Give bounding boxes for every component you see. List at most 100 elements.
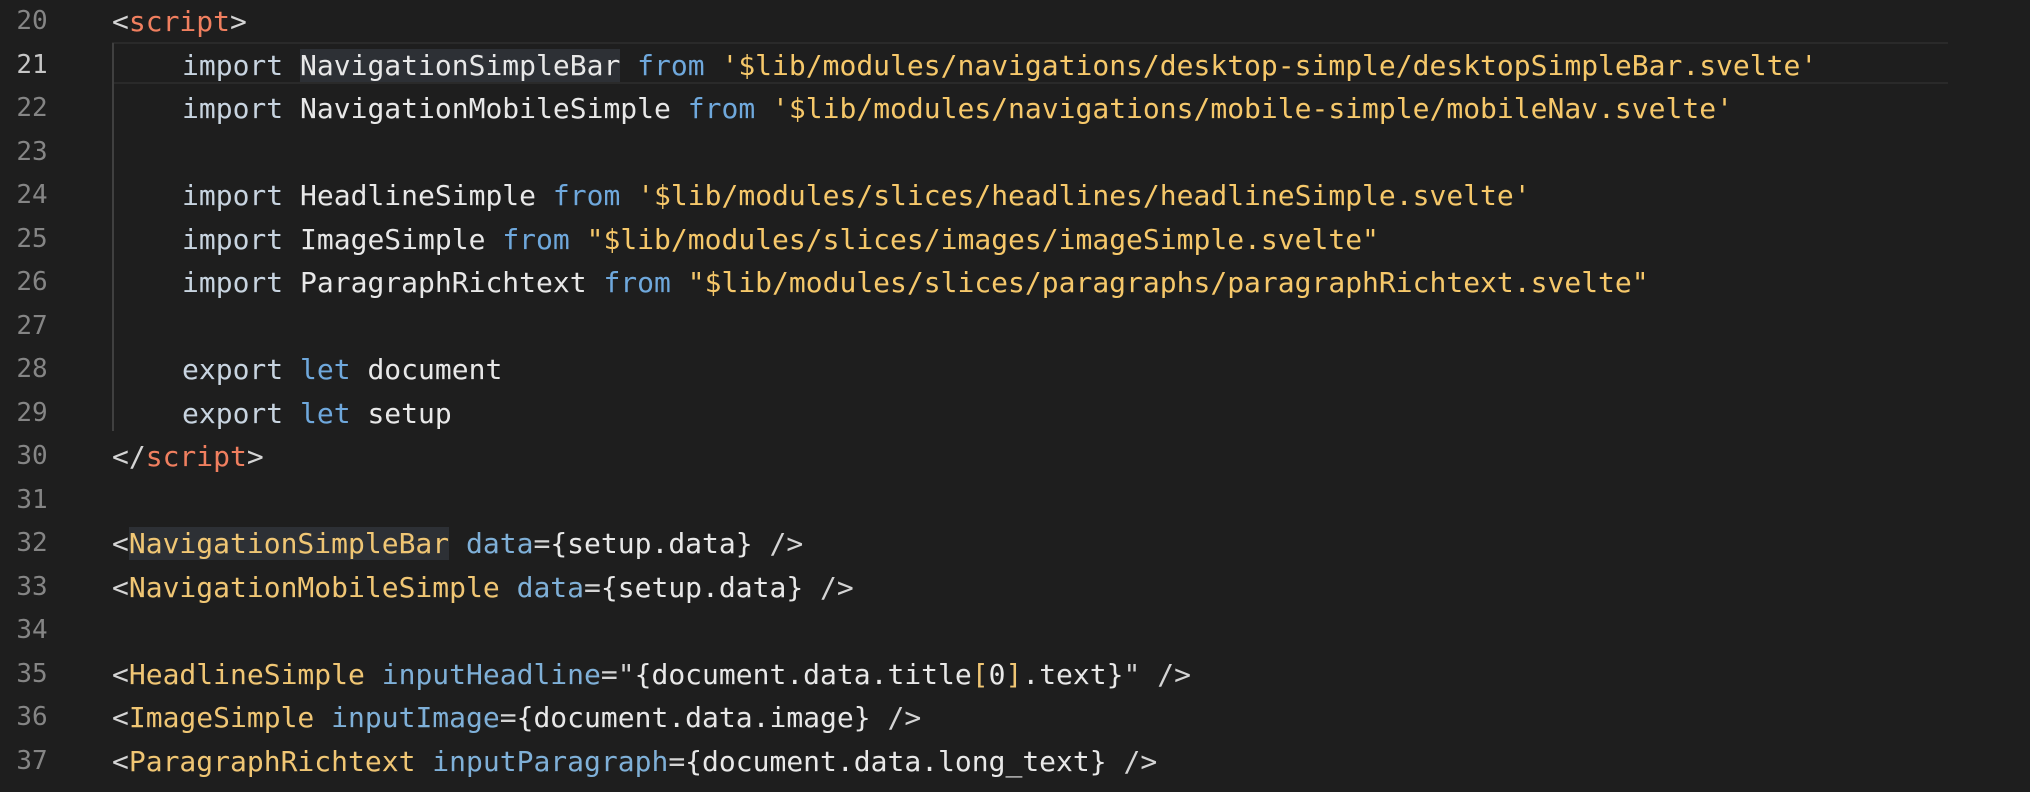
tag-open-bracket: < [112, 701, 129, 734]
component-name: ParagraphRichtext [128, 744, 416, 778]
code-line-22[interactable]: 22 import NavigationMobileSimple from '$… [0, 87, 2030, 131]
code-line-24[interactable]: 24 import HeadlineSimple from '$lib/modu… [0, 174, 2030, 218]
identifier: ParagraphRichtext [300, 266, 587, 299]
self-close: /> [1140, 657, 1191, 691]
keyword-from: from [687, 92, 756, 125]
tag-open-bracket: </ [112, 440, 146, 473]
code-line-26[interactable]: 26 import ParagraphRichtext from "$lib/m… [0, 261, 2030, 305]
tag-name: script [145, 440, 247, 473]
attribute-value: {setup.data} [550, 527, 753, 560]
equals-sign: = [584, 570, 601, 604]
attribute-name: inputImage [331, 701, 500, 734]
string-literal: "$lib/modules/slices/images/imageSimple.… [586, 222, 1379, 256]
code-text[interactable]: import ImageSimple from "$lib/modules/sl… [182, 218, 1379, 262]
keyword-from: from [637, 48, 705, 82]
component-name: ImageSimple [128, 701, 315, 734]
keyword: import [182, 179, 284, 212]
attribute-name: inputParagraph [432, 744, 669, 778]
line-number: 29 [16, 397, 48, 428]
string-literal: '$lib/modules/slices/headlines/headlineS… [637, 179, 1531, 212]
attribute-value: {document.data.title [634, 657, 972, 691]
line-number: 37 [16, 745, 48, 776]
string-literal: '$lib/modules/navigations/mobile-simple/… [772, 92, 1733, 125]
code-line-20[interactable]: 20 <script> [0, 0, 2030, 44]
code-line-23[interactable]: 23 [0, 131, 2030, 175]
identifier: setup [367, 396, 452, 430]
attribute-name: data [466, 527, 534, 560]
code-line-37[interactable]: 37 <ParagraphRichtext inputParagraph={do… [0, 740, 2030, 784]
component-name: HeadlineSimple [128, 657, 365, 691]
index: 0 [988, 657, 1006, 691]
line-number: 35 [16, 658, 48, 689]
code-text[interactable]: <HeadlineSimple inputHeadline="{document… [112, 653, 1191, 697]
identifier: HeadlineSimple [300, 179, 537, 212]
tag-open-bracket: < [112, 657, 129, 691]
code-text[interactable]: import HeadlineSimple from '$lib/modules… [182, 174, 1531, 218]
attribute-value: {document.data.image} [516, 701, 871, 734]
code-line-29[interactable]: 29 export let setup [0, 392, 2030, 436]
code-text[interactable]: export let document [182, 348, 502, 392]
line-number: 25 [16, 223, 48, 254]
line-number: 28 [16, 354, 48, 384]
keyword-export: export [182, 396, 284, 430]
self-close: /> [803, 570, 854, 604]
code-line-34[interactable]: 34 [0, 609, 2030, 653]
self-close: /> [870, 701, 922, 734]
code-line-36[interactable]: 36 <ImageSimple inputImage={document.dat… [0, 696, 2030, 740]
code-line-33[interactable]: 33 <NavigationMobileSimple data={setup.d… [0, 566, 2030, 610]
line-number: 26 [16, 267, 48, 297]
identifier: NavigationSimpleBar [300, 48, 621, 82]
code-line-35[interactable]: 35 <HeadlineSimple inputHeadline="{docum… [0, 653, 2030, 697]
line-number: 20 [16, 6, 48, 36]
code-text[interactable]: </script> [112, 435, 264, 479]
tag-open-bracket: < [112, 5, 129, 38]
keyword-let: let [300, 396, 351, 430]
component-name: NavigationMobileSimple [128, 570, 500, 604]
code-line-32[interactable]: 32 <NavigationSimpleBar data={setup.data… [0, 522, 2030, 566]
code-text[interactable]: <ParagraphRichtext inputParagraph={docum… [112, 740, 1157, 784]
tag-close-bracket: > [246, 440, 264, 473]
code-line-31[interactable]: 31 [0, 479, 2030, 523]
line-number: 23 [16, 136, 48, 167]
line-number: 21 [16, 49, 48, 80]
keyword-from: from [502, 222, 570, 256]
keyword: import [182, 92, 284, 125]
code-text[interactable]: import NavigationSimpleBar from '$lib/mo… [182, 44, 1817, 88]
code-line-21[interactable]: 21 import NavigationSimpleBar from '$lib… [0, 44, 2030, 88]
component-name: NavigationSimpleBar [128, 527, 450, 560]
keyword: import [182, 222, 284, 256]
string-literal: "$lib/modules/slices/paragraphs/paragrap… [687, 266, 1649, 299]
code-line-27[interactable]: 27 [0, 305, 2030, 349]
tag-close-bracket: > [230, 5, 247, 38]
code-text[interactable]: import ParagraphRichtext from "$lib/modu… [182, 261, 1649, 305]
code-text[interactable]: <NavigationSimpleBar data={setup.data} /… [112, 522, 803, 566]
tag-name: script [128, 5, 231, 38]
line-number: 36 [16, 702, 48, 732]
equals-sign: = [668, 744, 686, 778]
line-number: 30 [16, 441, 48, 471]
code-text[interactable]: <ImageSimple inputImage={document.data.i… [112, 696, 921, 740]
open-bracket: [ [971, 657, 989, 691]
attribute-value: {setup.data} [600, 570, 804, 604]
tag-open-bracket: < [112, 527, 129, 560]
code-text[interactable]: import NavigationMobileSimple from '$lib… [182, 87, 1733, 131]
self-close: /> [752, 527, 804, 560]
line-number: 33 [16, 571, 48, 602]
attribute-name: data [516, 570, 585, 604]
keyword: import [182, 48, 284, 82]
code-line-28[interactable]: 28 export let document [0, 348, 2030, 392]
attribute-value-tail: .text} [1022, 657, 1124, 691]
code-editor[interactable]: 20 <script> 21 import NavigationSimpleBa… [0, 0, 2030, 792]
line-number: 22 [16, 93, 48, 123]
equals-sign: = [499, 701, 517, 734]
equals-sign: = [533, 527, 551, 560]
keyword-from: from [603, 266, 671, 299]
close-bracket: ] [1005, 657, 1023, 691]
line-number: 24 [16, 180, 48, 210]
code-text[interactable]: <script> [112, 0, 247, 44]
code-line-30[interactable]: 30 </script> [0, 435, 2030, 479]
code-line-25[interactable]: 25 import ImageSimple from "$lib/modules… [0, 218, 2030, 262]
line-number: 31 [16, 484, 48, 515]
code-text[interactable]: <NavigationMobileSimple data={setup.data… [112, 566, 854, 610]
code-text[interactable]: export let setup [182, 392, 452, 436]
